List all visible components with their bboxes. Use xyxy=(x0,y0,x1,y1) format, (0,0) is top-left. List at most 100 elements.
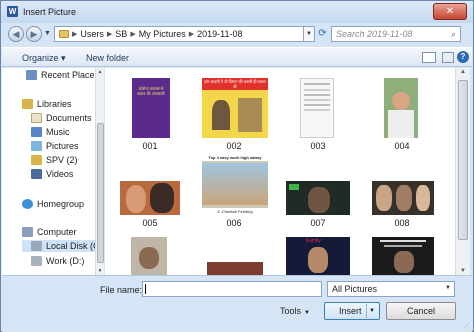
file-tile-008[interactable]: 008 xyxy=(367,154,437,234)
file-type-value: All Pictures xyxy=(332,284,378,294)
folder-icon xyxy=(59,30,69,38)
sidebar-item-label: Libraries xyxy=(37,99,72,109)
file-tile-012[interactable] xyxy=(367,234,437,275)
sidebar-item-spv[interactable]: SPV (2) xyxy=(31,155,78,165)
help-icon[interactable]: ? xyxy=(457,51,469,63)
file-name-label: 004 xyxy=(394,141,410,151)
content-scrollbar[interactable]: ▲ ▼ xyxy=(455,68,470,275)
search-icon[interactable]: ⌕ xyxy=(451,29,456,40)
thumbnail-figure xyxy=(238,98,262,132)
thumbnail-image xyxy=(120,181,180,215)
insert-options-dropdown[interactable]: ▼ xyxy=(366,304,377,318)
sidebar-item-label: Local Disk (C: xyxy=(46,241,95,251)
chevron-right-icon[interactable]: ▶ xyxy=(107,30,112,38)
thumbnail-image xyxy=(207,262,263,275)
chevron-right-icon[interactable]: ▶ xyxy=(130,30,135,38)
tools-label: Tools xyxy=(280,306,302,316)
sidebar-item-label: Recent Places xyxy=(41,70,95,80)
title-bar[interactable]: W Insert Picture ✕ xyxy=(1,1,473,23)
breadcrumb-users[interactable]: Users xyxy=(80,29,104,39)
computer-icon xyxy=(22,227,33,237)
file-tile-002[interactable]: इस आदमी ने तो दिमाग की कसरी ही करवा दी 0… xyxy=(199,70,269,154)
libraries-icon xyxy=(22,99,33,109)
insert-button[interactable]: Insert ▼ xyxy=(324,302,380,320)
drive-icon xyxy=(31,256,42,266)
sidebar-item-videos[interactable]: Videos xyxy=(31,169,73,179)
sidebar-item-recent-places[interactable]: Recent Places xyxy=(26,70,95,80)
sidebar-item-label: Homegroup xyxy=(37,199,85,209)
recent-pages-dropdown[interactable]: ▼ xyxy=(44,30,51,37)
sidebar-item-label: Videos xyxy=(46,169,74,179)
thumbnail-image xyxy=(131,237,167,275)
organize-button[interactable]: Organize ▾ xyxy=(22,53,66,64)
sidebar-item-computer[interactable]: Computer xyxy=(22,227,77,237)
thumbnail-image xyxy=(286,181,350,215)
breadcrumb-sb[interactable]: SB xyxy=(115,29,127,39)
scroll-up-icon[interactable]: ▲ xyxy=(96,69,104,75)
refresh-icon[interactable]: ⟳ xyxy=(317,26,328,42)
thumbnail-image xyxy=(384,78,418,138)
sidebar-item-homegroup[interactable]: Homegroup xyxy=(22,199,84,209)
file-tile-010[interactable] xyxy=(199,234,269,275)
documents-icon xyxy=(31,113,42,123)
sidebar-item-work-drive[interactable]: Work (D:) xyxy=(31,256,84,266)
breadcrumb-my-pictures[interactable]: My Pictures xyxy=(139,29,186,39)
close-button[interactable]: ✕ xyxy=(433,3,467,20)
sidebar-item-documents[interactable]: Documents xyxy=(31,113,92,123)
sidebar-item-pictures[interactable]: Pictures xyxy=(31,141,79,151)
cancel-button[interactable]: Cancel xyxy=(386,302,456,320)
address-dropdown-button[interactable]: ▼ xyxy=(304,26,315,42)
navigation-scrollbar[interactable]: ▲ ▼ xyxy=(95,68,104,275)
dialog-title: Insert Picture xyxy=(23,7,77,17)
back-button[interactable]: ◀ xyxy=(8,26,24,42)
scrollbar-thumb[interactable] xyxy=(97,123,104,263)
scrollbar-thumb[interactable] xyxy=(458,80,468,240)
scroll-down-icon[interactable]: ▼ xyxy=(456,268,470,274)
thumbnail-caption: 4 .Cheetah Feeding xyxy=(202,208,268,215)
file-name-label: 003 xyxy=(310,141,326,151)
sidebar-item-local-disk[interactable]: Local Disk (C: xyxy=(22,240,95,252)
change-view-icon[interactable] xyxy=(422,52,436,63)
file-name-label: File name: xyxy=(100,285,143,295)
file-tile-009[interactable] xyxy=(115,234,185,275)
thumbnail-image xyxy=(300,78,334,138)
file-tile-004[interactable]: 004 xyxy=(367,70,437,154)
file-tile-007[interactable]: 007 xyxy=(283,154,353,234)
file-name-label: 006 xyxy=(226,218,242,228)
thumbnail-image xyxy=(372,237,434,275)
thumbnail-text: Top 4 easy work high salary xyxy=(202,154,268,161)
pictures-icon xyxy=(31,141,42,151)
sidebar-item-label: Computer xyxy=(37,227,77,237)
thumbnail-text: Family xyxy=(306,238,321,244)
file-tile-001[interactable]: कोरोना वायरस से बचाव की जानकारी 001 xyxy=(115,70,185,154)
sidebar-item-libraries[interactable]: Libraries xyxy=(22,99,72,109)
file-type-select[interactable]: All Pictures ▼ xyxy=(327,281,455,297)
thumbnail-person xyxy=(212,100,230,130)
homegroup-icon xyxy=(22,199,33,209)
forward-button[interactable]: ▶ xyxy=(26,26,42,42)
file-list: कोरोना वायरस से बचाव की जानकारी 001 इस आ… xyxy=(105,68,455,275)
file-name-field[interactable] xyxy=(142,281,322,297)
word-app-icon: W xyxy=(7,6,18,17)
scroll-down-icon[interactable]: ▼ xyxy=(96,268,104,274)
file-tile-003[interactable]: 003 xyxy=(283,70,353,154)
scroll-up-icon[interactable]: ▲ xyxy=(456,69,470,75)
chevron-right-icon[interactable]: ▶ xyxy=(72,30,77,38)
file-tile-006[interactable]: Top 4 easy work high salary 4 .Cheetah F… xyxy=(199,154,269,234)
preview-pane-icon[interactable] xyxy=(442,52,454,63)
new-folder-button[interactable]: New folder xyxy=(86,53,129,63)
tools-dropdown[interactable]: Tools ▼ xyxy=(280,306,310,316)
address-bar[interactable]: ▶ Users ▶ SB ▶ My Pictures ▶ 2019-11-08 xyxy=(54,26,304,42)
file-tile-011[interactable]: Family xyxy=(283,234,353,275)
file-name-label: 007 xyxy=(310,218,326,228)
file-name-label: 002 xyxy=(226,141,242,151)
navigation-row: ◀ ▶ ▼ ▶ Users ▶ SB ▶ My Pictures ▶ 2019-… xyxy=(1,23,473,45)
search-input[interactable]: Search 2019-11-08 ⌕ xyxy=(331,26,461,42)
file-tile-005[interactable]: 005 xyxy=(115,154,185,234)
breadcrumb-folder[interactable]: 2019-11-08 xyxy=(197,29,242,39)
sidebar-item-music[interactable]: Music xyxy=(31,127,70,137)
sidebar-item-label: Music xyxy=(46,127,70,137)
recent-places-icon xyxy=(26,70,37,80)
resize-grip-icon[interactable]: ⋰ xyxy=(463,322,470,330)
chevron-right-icon[interactable]: ▶ xyxy=(189,30,194,38)
